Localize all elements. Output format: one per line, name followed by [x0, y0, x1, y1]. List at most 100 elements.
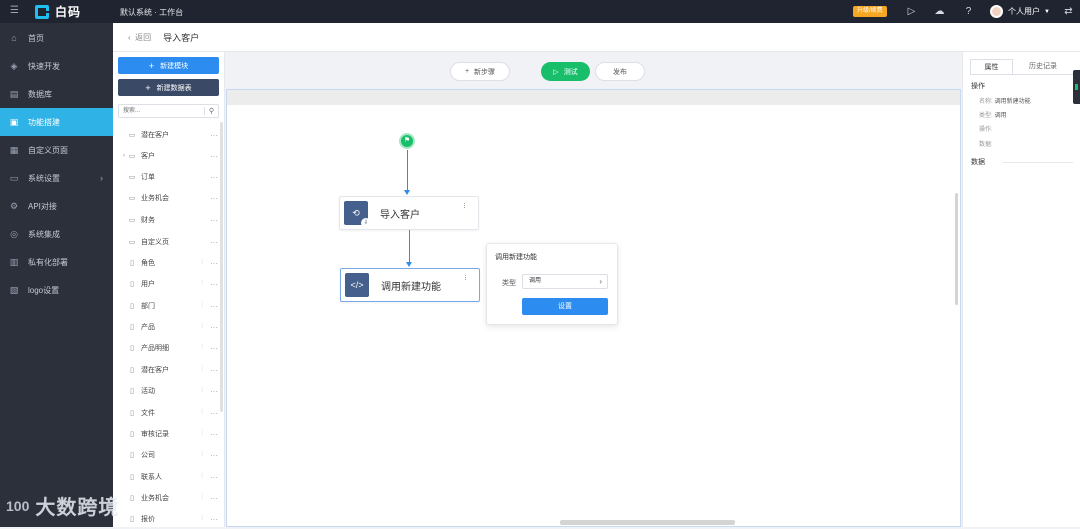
more-vertical-icon[interactable]: ···: [460, 202, 470, 208]
search-input[interactable]: [119, 105, 204, 117]
tree-item[interactable]: ▯ 报价 ⫶ ···: [113, 509, 221, 529]
cloud-icon[interactable]: ☁: [933, 5, 946, 18]
system-title[interactable]: 默认系统 · 工作台: [120, 7, 183, 18]
sidebar-item-function-build[interactable]: ▣ 功能搭建: [0, 108, 113, 136]
back-button[interactable]: ‹ 返回: [128, 32, 151, 43]
sidebar-item-custom-page[interactable]: ▦ 自定义页面: [0, 136, 113, 164]
menu-grid-icon[interactable]: ☰: [10, 6, 20, 16]
more-icon[interactable]: ···: [207, 173, 221, 182]
test-button[interactable]: ▷ 测试: [541, 62, 590, 81]
sliders-icon[interactable]: ⫶: [197, 430, 207, 438]
tree-item[interactable]: ▯ 角色 ⫶ ···: [113, 253, 221, 273]
sliders-icon[interactable]: ⫶: [197, 302, 207, 310]
play-circle-icon[interactable]: ▷: [905, 5, 918, 18]
more-icon[interactable]: ···: [207, 430, 221, 439]
canvas-horizontal-scrollbar[interactable]: [560, 520, 735, 525]
type-select[interactable]: 调用 ›: [522, 274, 608, 289]
more-icon[interactable]: ···: [207, 409, 221, 418]
tree-item[interactable]: ▯ 审核记录 ⫶ ···: [113, 424, 221, 444]
more-vertical-icon[interactable]: ···: [461, 274, 471, 280]
tree-item[interactable]: ▯ 产品 ⫶ ···: [113, 317, 221, 337]
sidebar-item-private-deploy[interactable]: ▥ 私有化部署: [0, 248, 113, 276]
sliders-icon[interactable]: ⫶: [197, 280, 207, 288]
more-icon[interactable]: ···: [207, 259, 221, 268]
sidebar-item-integration[interactable]: ◎ 系统集成: [0, 220, 113, 248]
table-icon: ▯: [130, 410, 134, 417]
user-menu[interactable]: 个人用户 ▼: [990, 5, 1050, 18]
sidebar: ⌂ 首页 ◈ 快速开发 ▤ 数据库 ▣ 功能搭建 ▦ 自定义页面 ▭ 系统设置 …: [0, 23, 113, 527]
new-table-label: 新建数据表: [156, 84, 192, 92]
more-icon[interactable]: ···: [207, 280, 221, 289]
tree-item[interactable]: ▭ 自定义页 ···: [113, 232, 221, 252]
more-icon[interactable]: ···: [207, 494, 221, 503]
sidebar-item-logo-settings[interactable]: ▧ logo设置: [0, 276, 113, 304]
more-icon[interactable]: ···: [207, 302, 221, 311]
more-icon[interactable]: ···: [207, 515, 221, 524]
canvas-vertical-scrollbar[interactable]: [955, 193, 958, 305]
more-icon[interactable]: ···: [207, 131, 221, 140]
tree-item[interactable]: ▭ 财务 ···: [113, 210, 221, 230]
sliders-icon[interactable]: ⫶: [197, 387, 207, 395]
sliders-icon[interactable]: ⫶: [197, 344, 207, 352]
switch-icon[interactable]: ⇄: [1062, 5, 1075, 18]
upgrade-badge[interactable]: 升级/续费: [853, 6, 887, 17]
publish-button[interactable]: 发布: [595, 62, 645, 81]
brand-mark-icon: [35, 4, 49, 19]
more-icon[interactable]: ···: [207, 238, 221, 247]
sliders-icon[interactable]: ⫶: [197, 494, 207, 502]
tree-item[interactable]: ▯ 活动 ⫶ ···: [113, 381, 221, 401]
tree-item[interactable]: › ▭ 客户 ···: [113, 146, 221, 166]
sliders-icon[interactable]: ⫶: [197, 473, 207, 481]
tree-item[interactable]: ▯ 潜在客户 ⫶ ···: [113, 360, 221, 380]
tree-item[interactable]: ▯ 联系人 ⫶ ···: [113, 467, 221, 487]
sliders-icon[interactable]: ⫶: [197, 323, 207, 331]
more-icon[interactable]: ···: [207, 323, 221, 332]
tree-item[interactable]: ▯ 产品明细 ⫶ ···: [113, 338, 221, 358]
sidebar-item-api[interactable]: ⚙ API对接: [0, 192, 113, 220]
tab-properties[interactable]: 属性: [970, 59, 1013, 75]
integration-icon: ◎: [10, 228, 18, 239]
tree-item[interactable]: ▯ 用户 ⫶ ···: [113, 274, 221, 294]
sidebar-item-database[interactable]: ▤ 数据库: [0, 80, 113, 108]
module-list-scrollbar[interactable]: [220, 122, 223, 412]
expand-arrow-icon[interactable]: ›: [113, 153, 126, 159]
new-module-button[interactable]: + 新建模块: [118, 57, 219, 74]
more-icon[interactable]: ···: [207, 366, 221, 375]
more-icon[interactable]: ···: [207, 451, 221, 460]
tree-item[interactable]: ▭ 业务机会 ···: [113, 188, 221, 208]
tree-item[interactable]: ▯ 文件 ⫶ ···: [113, 403, 221, 423]
flow-node-import-customer[interactable]: ⟲ ⇩ 导入客户 ···: [339, 196, 479, 230]
sliders-icon[interactable]: ⫶: [197, 259, 207, 267]
more-icon[interactable]: ···: [207, 387, 221, 396]
sidebar-item-quick-dev[interactable]: ◈ 快速开发: [0, 52, 113, 80]
more-icon[interactable]: ···: [207, 344, 221, 353]
sliders-icon[interactable]: ⫶: [197, 515, 207, 523]
tree-item[interactable]: ▯ 部门 ⫶ ···: [113, 296, 221, 316]
more-icon[interactable]: ···: [207, 473, 221, 482]
sliders-icon[interactable]: ⫶: [197, 366, 207, 374]
sliders-icon[interactable]: ⫶: [197, 451, 207, 459]
new-module-label: 新建模块: [160, 62, 189, 70]
tree-item-label: 用户: [141, 281, 155, 288]
new-step-button[interactable]: + 新步骤: [450, 62, 510, 81]
tab-history[interactable]: 历史记录: [1013, 59, 1073, 75]
brand-logo[interactable]: 白码: [35, 4, 81, 19]
more-icon[interactable]: ···: [207, 152, 221, 161]
tree-item[interactable]: ▯ 公司 ⫶ ···: [113, 445, 221, 465]
search-icon[interactable]: ⚲: [204, 107, 218, 115]
flow-node-call-new-function[interactable]: </> 调用新建功能 ···: [340, 268, 480, 302]
help-icon[interactable]: ?: [962, 5, 975, 18]
sidebar-item-home[interactable]: ⌂ 首页: [0, 24, 113, 52]
tree-item[interactable]: ▭ 订单 ···: [113, 167, 221, 187]
settings-button[interactable]: 设置: [522, 298, 608, 315]
new-table-button[interactable]: + 新建数据表: [118, 79, 219, 96]
tree-item[interactable]: ▯ 业务机会 ⫶ ···: [113, 488, 221, 508]
flow-canvas[interactable]: ⚑ ⟲ ⇩ 导入客户 ··· </> 调用新建功能 ··· 调用新建功能 类型 调…: [226, 89, 961, 527]
sidebar-item-system-settings[interactable]: ▭ 系统设置 ›: [0, 164, 113, 192]
tree-item[interactable]: ▭ 潜在客户 ···: [113, 125, 221, 145]
start-flag-icon[interactable]: ⚑: [399, 133, 415, 149]
sliders-icon[interactable]: ⫶: [197, 409, 207, 417]
more-icon[interactable]: ···: [207, 194, 221, 203]
panel-handle[interactable]: [1073, 70, 1080, 104]
more-icon[interactable]: ···: [207, 216, 221, 225]
